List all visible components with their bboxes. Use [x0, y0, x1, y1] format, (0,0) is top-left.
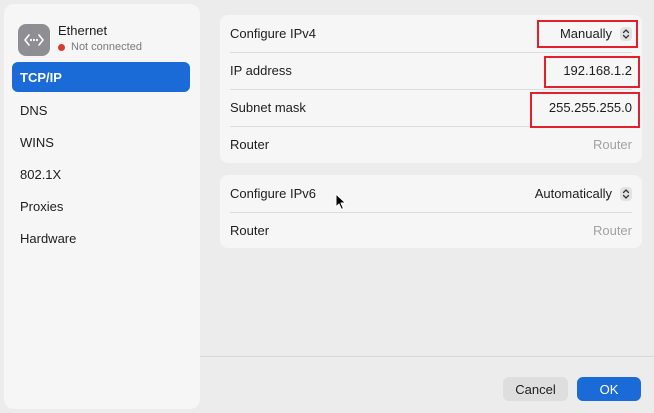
- subnet-mask-label: Subnet mask: [230, 100, 306, 115]
- router-ipv6-row: Router Router: [220, 212, 642, 249]
- router-ipv6-field[interactable]: Router: [593, 223, 632, 238]
- sidebar-item-dns[interactable]: DNS: [12, 95, 190, 125]
- router-ipv6-label: Router: [230, 223, 270, 238]
- highlight-box-ip-address: [544, 56, 640, 88]
- sidebar-item-8021x[interactable]: 802.1X: [12, 159, 190, 189]
- configure-ipv6-row: Configure IPv6 Automatically: [220, 175, 642, 212]
- cancel-button[interactable]: Cancel: [503, 377, 568, 401]
- sidebar: Ethernet Not connected TCP/IP DNS WINS 8…: [4, 4, 200, 409]
- sidebar-item-label: Proxies: [20, 198, 64, 214]
- service-name: Ethernet: [58, 23, 108, 38]
- configure-ipv4-label: Configure IPv4: [230, 26, 316, 41]
- sidebar-item-label: WINS: [20, 134, 54, 150]
- sidebar-item-label: Hardware: [20, 230, 77, 246]
- highlight-box-subnet-mask: [530, 92, 640, 128]
- ethernet-icon: [18, 24, 50, 56]
- configure-ipv6-value: Automatically: [534, 186, 612, 201]
- router-ipv4-row: Router Router: [220, 126, 642, 163]
- main-panel: Configure IPv4 Manually IP address 192.1…: [200, 0, 654, 356]
- ok-button[interactable]: OK: [577, 377, 641, 401]
- configure-ipv6-popup[interactable]: Automatically: [535, 186, 632, 201]
- footer: Cancel OK: [200, 356, 654, 413]
- sidebar-item-label: DNS: [20, 102, 48, 118]
- router-ipv4-label: Router: [230, 137, 270, 152]
- router-ipv4-field[interactable]: Router: [593, 137, 632, 152]
- network-settings-window: Ethernet Not connected TCP/IP DNS WINS 8…: [0, 0, 654, 413]
- highlight-box-configure-ipv4: [537, 20, 638, 48]
- sidebar-item-wins[interactable]: WINS: [12, 127, 190, 157]
- status-dot-icon: [58, 43, 65, 51]
- sidebar-item-label: 802.1X: [20, 166, 62, 182]
- sidebar-item-hardware[interactable]: Hardware: [12, 223, 190, 253]
- service-status-text: Not connected: [71, 41, 142, 53]
- sidebar-item-label: TCP/IP: [20, 69, 62, 85]
- ipv6-group: Configure IPv6 Automatically Router Rout…: [220, 175, 642, 248]
- mouse-pointer-icon: [335, 193, 347, 214]
- sidebar-item-tcpip[interactable]: TCP/IP: [12, 62, 190, 92]
- chevron-updown-icon: [620, 186, 632, 201]
- configure-ipv6-label: Configure IPv6: [230, 186, 316, 201]
- sidebar-item-proxies[interactable]: Proxies: [12, 191, 190, 221]
- service-status: Not connected: [58, 41, 142, 53]
- service-header: Ethernet Not connected: [18, 22, 198, 56]
- ip-address-label: IP address: [230, 63, 292, 78]
